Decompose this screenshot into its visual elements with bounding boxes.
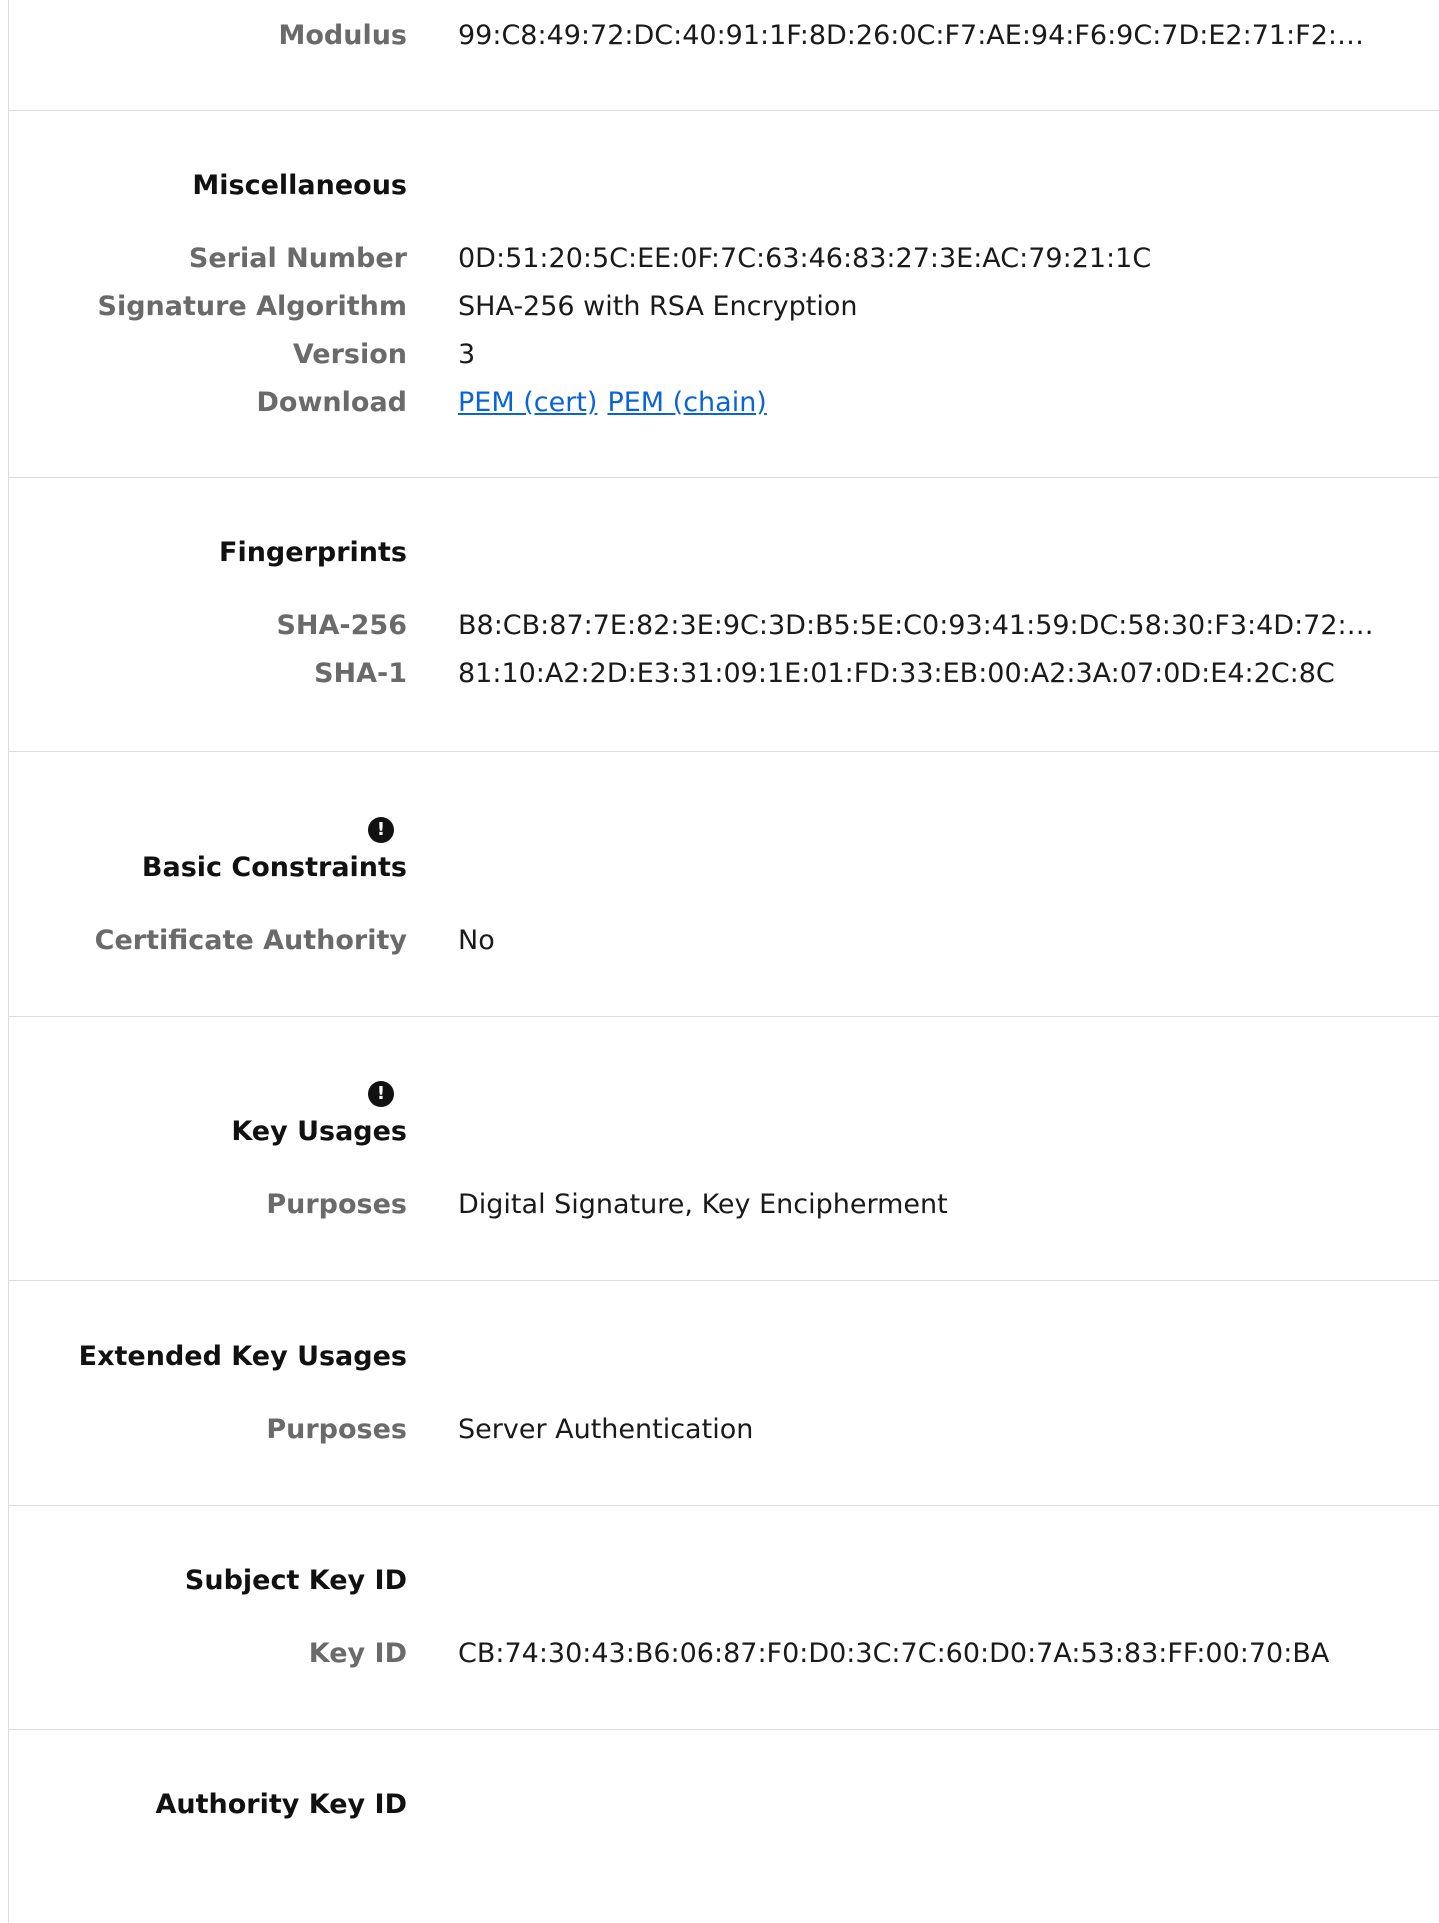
serial-number-value: 0D:51:20:5C:EE:0F:7C:63:46:83:27:3E:AC:7… xyxy=(458,243,1152,274)
authority-key-id-heading: Authority Key ID xyxy=(155,1789,408,1820)
key-usages-purposes-label: Purposes xyxy=(266,1189,407,1220)
modulus-label: Modulus xyxy=(278,20,407,51)
download-links: PEM (cert) PEM (chain) xyxy=(458,383,1378,423)
subject-key-id-heading: Subject Key ID xyxy=(184,1565,407,1596)
key-usages-heading: Key Usages xyxy=(231,1116,407,1147)
key-id-row: Key ID CB:74:30:43:B6:06:87:F0:D0:3C:7C:… xyxy=(9,1634,1439,1674)
certificate-details: Modulus 99:C8:49:72:DC:40:91:1F:8D:26:0C… xyxy=(8,0,1439,1923)
key-usages-section: ! Key Usages Purposes Digital Signature,… xyxy=(9,1017,1439,1281)
warning-icon: ! xyxy=(368,1081,394,1107)
extended-key-usages-section: Extended Key Usages Purposes Server Auth… xyxy=(9,1281,1439,1506)
extended-key-usages-heading: Extended Key Usages xyxy=(78,1341,407,1372)
serial-number-row: Serial Number 0D:51:20:5C:EE:0F:7C:63:46… xyxy=(9,239,1439,279)
subject-key-id-section: Subject Key ID Key ID CB:74:30:43:B6:06:… xyxy=(9,1506,1439,1730)
pem-cert-link[interactable]: PEM (cert) xyxy=(458,387,597,418)
warning-icon: ! xyxy=(368,817,394,843)
miscellaneous-section: Miscellaneous Serial Number 0D:51:20:5C:… xyxy=(9,111,1439,478)
extended-purposes-row: Purposes Server Authentication xyxy=(9,1410,1439,1450)
key-usages-purposes-value: Digital Signature, Key Encipherment xyxy=(458,1189,948,1220)
sha256-row: SHA-256 B8:CB:87:7E:82:3E:9C:3D:B5:5E:C0… xyxy=(9,606,1439,646)
certificate-authority-label: Certificate Authority xyxy=(94,925,407,956)
version-label: Version xyxy=(292,339,407,370)
signature-algorithm-value: SHA-256 with RSA Encryption xyxy=(458,291,858,322)
download-label: Download xyxy=(256,387,407,418)
fingerprints-heading: Fingerprints xyxy=(219,537,407,568)
key-id-value: CB:74:30:43:B6:06:87:F0:D0:3C:7C:60:D0:7… xyxy=(458,1638,1330,1669)
sha256-label: SHA-256 xyxy=(276,610,407,641)
public-key-section: Modulus 99:C8:49:72:DC:40:91:1F:8D:26:0C… xyxy=(9,0,1439,111)
serial-number-label: Serial Number xyxy=(188,243,407,274)
basic-constraints-heading: Basic Constraints xyxy=(141,852,407,883)
sha256-value: B8:CB:87:7E:82:3E:9C:3D:B5:5E:C0:93:41:5… xyxy=(458,610,1378,641)
certificate-authority-value: No xyxy=(458,925,495,956)
key-id-label: Key ID xyxy=(308,1638,407,1669)
certificate-authority-row: Certificate Authority No xyxy=(9,921,1439,961)
signature-algorithm-label: Signature Algorithm xyxy=(97,291,408,322)
fingerprints-section: Fingerprints SHA-256 B8:CB:87:7E:82:3E:9… xyxy=(9,478,1439,752)
key-usages-purposes-row: Purposes Digital Signature, Key Encipher… xyxy=(9,1185,1439,1225)
version-value: 3 xyxy=(458,339,476,370)
download-row: Download PEM (cert) PEM (chain) xyxy=(9,383,1439,423)
sha1-value: 81:10:A2:2D:E3:31:09:1E:01:FD:33:EB:00:A… xyxy=(458,658,1335,689)
authority-key-id-section: Authority Key ID xyxy=(9,1730,1439,1923)
sha1-row: SHA-1 81:10:A2:2D:E3:31:09:1E:01:FD:33:E… xyxy=(9,654,1439,694)
miscellaneous-heading: Miscellaneous xyxy=(192,170,407,201)
basic-constraints-section: ! Basic Constraints Certificate Authorit… xyxy=(9,752,1439,1017)
modulus-value: 99:C8:49:72:DC:40:91:1F:8D:26:0C:F7:AE:9… xyxy=(458,20,1378,51)
version-row: Version 3 xyxy=(9,335,1439,375)
extended-purposes-value: Server Authentication xyxy=(458,1414,754,1445)
modulus-row: Modulus 99:C8:49:72:DC:40:91:1F:8D:26:0C… xyxy=(9,16,1439,56)
sha1-label: SHA-1 xyxy=(314,658,407,689)
pem-chain-link[interactable]: PEM (chain) xyxy=(607,387,766,418)
extended-purposes-label: Purposes xyxy=(266,1414,407,1445)
signature-algorithm-row: Signature Algorithm SHA-256 with RSA Enc… xyxy=(9,287,1439,327)
